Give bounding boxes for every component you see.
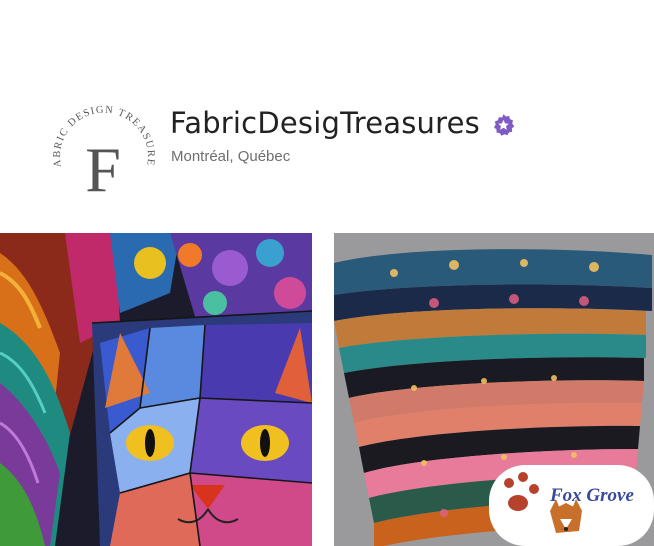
shop-title-row: FabricDesigTreasures (170, 106, 516, 140)
logo-letter: F (85, 134, 121, 205)
shop-header: FABRIC DESIGN TREASURES F FabricDesigTre… (0, 0, 654, 220)
shop-name[interactable]: FabricDesigTreasures (170, 106, 480, 140)
fox-grove-watermark: Fox Grove (549, 485, 634, 506)
shop-logo[interactable]: FABRIC DESIGN TREASURES F (45, 96, 161, 212)
shop-location: Montréal, Québec (171, 148, 291, 165)
star-seller-icon[interactable] (491, 113, 516, 138)
stained-glass-cat-fabric-image[interactable] (0, 233, 312, 546)
folded-fabric-stack-image[interactable]: Fox Grove (334, 233, 654, 546)
